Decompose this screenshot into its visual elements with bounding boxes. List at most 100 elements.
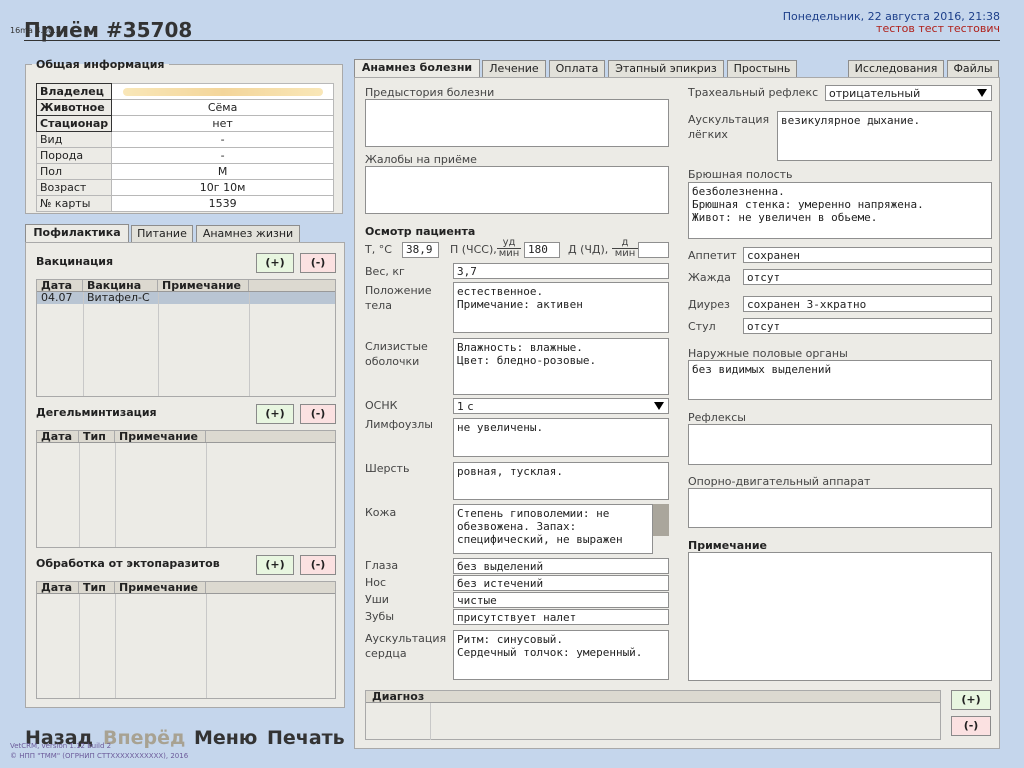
table-row[interactable]: 04.07 Витафел-С [37,292,335,304]
tab-research[interactable]: Исследования [848,60,944,77]
teeth-field[interactable]: присутствует налет [453,609,669,625]
osnk-select[interactable]: 1 с [453,398,669,414]
print-button[interactable]: Печать [267,727,345,749]
left-tabbar: Пофилактика Питание Анамнез жизни [25,224,345,243]
skin-field[interactable]: Степень гиповолемии: не обезвожена. Запа… [453,504,653,554]
col-date: Дата [37,431,79,443]
ectoparasites-remove-button[interactable]: (-) [300,555,336,575]
complaints-field[interactable] [365,166,669,214]
lymph-label: Лимфоузлы [365,418,433,431]
owner-redacted [122,88,323,96]
footer-version: VetCRM, version 1.12 build 2 [10,742,112,750]
diagnosis-title: Диагноз [366,691,940,703]
osnk-label: ОСНК [365,399,398,412]
lungs-field[interactable]: везикулярное дыхание. [777,111,992,161]
ectoparasites-title: Обработка от эктопаразитов [36,557,220,570]
sex-value: М [111,163,334,180]
ears-field[interactable]: чистые [453,592,669,608]
forward-button[interactable]: Вперёд [103,727,185,749]
stool-field[interactable]: отсут [743,318,992,334]
exam-title: Осмотр пациента [365,225,476,238]
reflexes-label: Рефлексы [688,411,746,424]
tracheal-label: Трахеальный рефлекс [688,86,819,99]
heart-field[interactable]: Ритм: синусовый. Сердечный толчок: умере… [453,630,669,680]
heart-label: Аускультация сердца [365,632,447,660]
hospital-label: Стационар [35,115,113,132]
history-field[interactable] [365,99,669,147]
general-info-legend: Общая информация [36,58,165,71]
position-field[interactable]: естественное. Примечание: активен [453,282,669,333]
vaccination-title: Вакцинация [36,255,114,268]
diagnosis-add-button[interactable]: (+) [951,690,991,710]
col-date: Дата [37,280,83,292]
header-divider [24,40,1000,41]
abdomen-field[interactable]: безболезненна. Брюшная стенка: умеренно … [688,182,992,239]
eyes-label: Глаза [365,559,399,572]
stool-label: Стул [688,320,716,333]
tab-life-history[interactable]: Анамнез жизни [196,225,300,242]
mucous-field[interactable]: Влажность: влажные. Цвет: бледно-розовые… [453,338,669,395]
tab-treatment[interactable]: Лечение [482,60,546,77]
row-date: 04.07 [41,291,73,304]
footer-copyright: © НПП "ТММ" (ОГРНИП СТТХХХХХХХХХХХ), 201… [10,752,189,760]
pulse-field[interactable]: 180 [524,242,560,258]
thirst-field[interactable]: отсут [743,269,992,285]
breed-value: - [111,147,334,164]
animal-label: Животное [35,99,113,116]
main-tabbar: Анамнез болезни Лечение Оплата Этапный э… [354,59,1000,78]
deworming-remove-button[interactable]: (-) [300,404,336,424]
species-value: - [111,131,334,148]
vaccination-add-button[interactable]: (+) [256,253,294,273]
genitals-label: Наружные половые органы [688,347,848,360]
owner-value [111,83,334,100]
prophylaxis-panel: Вакцинация (+) (-) Дата Вакцина Примечан… [25,242,345,708]
note-field[interactable] [688,552,992,681]
tab-payment[interactable]: Оплата [549,60,605,77]
col-type: Тип [79,431,115,443]
eyes-field[interactable]: без выделений [453,558,669,574]
appetite-label: Аппетит [688,249,737,262]
age-value: 10г 10м [111,179,334,196]
tab-disease-history[interactable]: Анамнез болезни [354,59,480,78]
col-type: Тип [79,582,115,594]
teeth-label: Зубы [365,610,395,623]
tab-files[interactable]: Файлы [947,60,999,77]
resp-label: Д (ЧД), [568,243,609,256]
ectoparasites-table: Дата Тип Примечание [36,581,336,699]
col-date: Дата [37,582,79,594]
lymph-field[interactable]: не увеличены. [453,418,669,457]
nose-field[interactable]: без истечений [453,575,669,591]
menu-button[interactable]: Меню [194,727,257,749]
appetite-field[interactable]: сохранен [743,247,992,263]
col-note: Примечание [115,582,206,594]
musculo-field[interactable] [688,488,992,528]
resp-unit: д мин [612,238,638,259]
tracheal-value: отрицательный [829,87,921,100]
disease-history-panel: Предыстория болезни Жалобы на приёме Осм… [354,77,1000,749]
owner-label: Владелец [35,83,113,100]
deworming-add-button[interactable]: (+) [256,404,294,424]
breed-label: Порода [35,147,113,164]
vaccination-table: Дата Вакцина Примечание 04.07 Витафел-С [36,279,336,397]
animal-value: Сёма [111,99,334,116]
tracheal-select[interactable]: отрицательный [825,85,992,101]
deworming-table: Дата Тип Примечание [36,430,336,548]
diuresis-field[interactable]: сохранен 3-хкратно [743,296,992,312]
vaccination-remove-button[interactable]: (-) [300,253,336,273]
genitals-field[interactable]: без видимых выделений [688,360,992,400]
diagnosis-remove-button[interactable]: (-) [951,716,991,736]
ectoparasites-add-button[interactable]: (+) [256,555,294,575]
fur-field[interactable]: ровная, тусклая. [453,462,669,500]
tab-sheet[interactable]: Простынь [727,60,797,77]
tab-prophylaxis[interactable]: Пофилактика [25,224,129,243]
weight-field[interactable]: 3,7 [453,263,669,279]
temp-field[interactable]: 38,9 [402,242,439,258]
tab-nutrition[interactable]: Питание [131,225,193,242]
weight-label: Вес, кг [365,265,405,278]
tab-epicrisis[interactable]: Этапный эпикриз [608,60,724,77]
general-info-table: Владелец Животное Сёма Стационар нет Вид - … [35,83,334,212]
musculo-label: Опорно-двигательный аппарат [688,475,871,488]
skin-scrollbar[interactable] [653,504,669,536]
reflexes-field[interactable] [688,424,992,465]
resp-field[interactable] [638,242,669,258]
